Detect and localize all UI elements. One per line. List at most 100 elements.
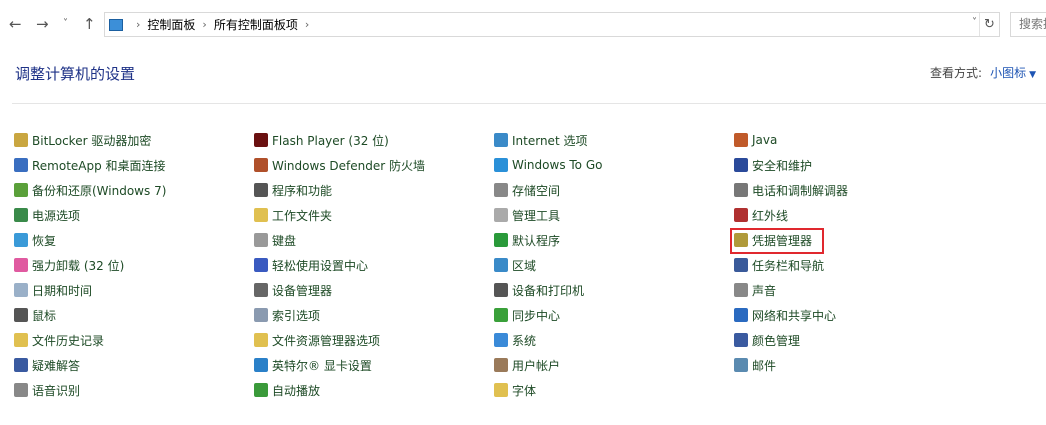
control-panel-item[interactable]: 管理工具 — [494, 205, 560, 225]
control-panel-item[interactable]: 工作文件夹 — [254, 205, 332, 225]
item-label: 鼠标 — [32, 308, 57, 323]
recent-locations-button[interactable]: ˅ — [63, 12, 68, 36]
item-label: 索引选项 — [272, 308, 321, 323]
control-panel-item[interactable]: Windows Defender 防火墙 — [254, 155, 425, 175]
back-button[interactable]: ← — [9, 12, 22, 36]
item-label: BitLocker 驱动器加密 — [32, 133, 152, 148]
item-label: 网络和共享中心 — [752, 308, 837, 323]
remote-desktop-icon — [14, 158, 28, 172]
speaker-icon — [734, 283, 748, 297]
control-panel-item[interactable]: 强力卸载 (32 位) — [14, 255, 124, 275]
control-panel-item[interactable]: 备份和还原(Windows 7) — [14, 180, 166, 200]
address-dropdown-button[interactable]: ˅ — [972, 17, 977, 28]
item-label: 系统 — [512, 333, 537, 348]
control-panel-icon — [109, 18, 123, 31]
item-label: 颜色管理 — [752, 333, 801, 348]
control-panel-item[interactable]: 颜色管理 — [734, 330, 800, 350]
control-panel-item[interactable]: 日期和时间 — [14, 280, 92, 300]
search-input[interactable]: 搜索控制面板 — [1010, 12, 1046, 37]
autoplay-icon — [254, 383, 268, 397]
item-label: Java — [752, 133, 778, 147]
item-label: 英特尔® 显卡设置 — [272, 358, 372, 373]
control-panel-item[interactable]: 默认程序 — [494, 230, 560, 250]
item-label: 设备管理器 — [272, 283, 333, 298]
control-panel-item[interactable]: 文件历史记录 — [14, 330, 104, 350]
forward-button[interactable]: → — [36, 12, 49, 36]
control-panel-item[interactable]: 电话和调制解调器 — [734, 180, 848, 200]
default-programs-icon — [494, 233, 508, 247]
control-panel-item[interactable]: 区域 — [494, 255, 536, 275]
view-by-label: 查看方式: — [930, 66, 983, 80]
breadcrumb-control-panel[interactable]: 控制面板 — [147, 16, 195, 33]
item-label: 设备和打印机 — [512, 283, 585, 298]
control-panel-item[interactable]: 英特尔® 显卡设置 — [254, 355, 372, 375]
page-title: 调整计算机的设置 — [15, 65, 136, 83]
refresh-button[interactable]: ↻ — [979, 13, 999, 36]
control-panel-item[interactable]: Java — [734, 130, 777, 150]
control-panel-item[interactable]: 同步中心 — [494, 305, 560, 325]
control-panel-item[interactable]: 语音识别 — [14, 380, 80, 400]
breadcrumb-all-items[interactable]: 所有控制面板项 — [214, 16, 298, 33]
control-panel-item[interactable]: 设备管理器 — [254, 280, 332, 300]
item-label: 日期和时间 — [32, 283, 93, 298]
control-panel-item[interactable]: 安全和维护 — [734, 155, 812, 175]
control-panel-item[interactable]: 电源选项 — [14, 205, 80, 225]
control-panel-item[interactable]: 轻松使用设置中心 — [254, 255, 368, 275]
device-manager-icon — [254, 283, 268, 297]
control-panel-item[interactable]: 系统 — [494, 330, 536, 350]
control-panel-item[interactable]: 索引选项 — [254, 305, 320, 325]
control-panel-item[interactable]: 红外线 — [734, 205, 788, 225]
control-panel-item[interactable]: 凭据管理器 — [734, 230, 812, 250]
up-button[interactable]: ↑ — [83, 12, 96, 36]
control-panel-item[interactable]: Flash Player (32 位) — [254, 130, 389, 150]
control-panel-item[interactable]: 恢复 — [14, 230, 56, 250]
control-panel-item[interactable]: 存储空间 — [494, 180, 560, 200]
item-label: 安全和维护 — [752, 158, 813, 173]
control-panel-item[interactable]: 网络和共享中心 — [734, 305, 836, 325]
control-panel-item[interactable]: 键盘 — [254, 230, 296, 250]
credential-icon — [734, 233, 748, 247]
item-label: 自动播放 — [272, 383, 321, 398]
control-panel-item[interactable]: 鼠标 — [14, 305, 56, 325]
control-panel-item[interactable]: BitLocker 驱动器加密 — [14, 130, 151, 150]
programs-icon — [254, 183, 268, 197]
font-icon — [494, 383, 508, 397]
item-label: 电源选项 — [32, 208, 81, 223]
control-panel-item[interactable]: 设备和打印机 — [494, 280, 584, 300]
item-label: 文件资源管理器选项 — [272, 333, 381, 348]
infrared-icon — [734, 208, 748, 222]
folder-options-icon — [254, 333, 268, 347]
control-panel-item[interactable]: 疑难解答 — [14, 355, 80, 375]
item-label: 电话和调制解调器 — [752, 183, 849, 198]
item-label: 声音 — [752, 283, 777, 298]
view-by-dropdown[interactable]: 小图标 — [990, 66, 1026, 80]
control-panel-item[interactable]: 程序和功能 — [254, 180, 332, 200]
control-panel-item[interactable]: RemoteApp 和桌面连接 — [14, 155, 166, 175]
item-label: 用户帐户 — [512, 358, 561, 373]
uninstall-icon — [14, 258, 28, 272]
control-panel-item[interactable]: Windows To Go — [494, 155, 602, 175]
control-panel-item[interactable]: 声音 — [734, 280, 776, 300]
control-panel-item[interactable]: 用户帐户 — [494, 355, 560, 375]
control-panel-item[interactable]: 字体 — [494, 380, 536, 400]
flash-icon — [254, 133, 268, 147]
key-icon — [14, 133, 28, 147]
printer-icon — [494, 283, 508, 297]
chevron-right-icon[interactable]: › — [305, 18, 309, 31]
power-icon — [14, 208, 28, 222]
caret-down-icon[interactable]: ▼ — [1029, 70, 1036, 80]
flag-icon — [734, 158, 748, 172]
windows-to-go-icon — [494, 158, 508, 172]
control-panel-item[interactable]: 任务栏和导航 — [734, 255, 824, 275]
control-panel-item[interactable]: Internet 选项 — [494, 130, 587, 150]
control-panel-item[interactable]: 文件资源管理器选项 — [254, 330, 380, 350]
firewall-icon — [254, 158, 268, 172]
item-label: Flash Player (32 位) — [272, 133, 389, 148]
control-panel-item[interactable]: 自动播放 — [254, 380, 320, 400]
item-label: 文件历史记录 — [32, 333, 105, 348]
item-label: 邮件 — [752, 358, 777, 373]
address-bar[interactable]: › 控制面板 › 所有控制面板项 › ˅ ↻ — [104, 12, 1000, 37]
color-icon — [734, 333, 748, 347]
control-panel-item[interactable]: 邮件 — [734, 355, 776, 375]
intel-graphics-icon — [254, 358, 268, 372]
